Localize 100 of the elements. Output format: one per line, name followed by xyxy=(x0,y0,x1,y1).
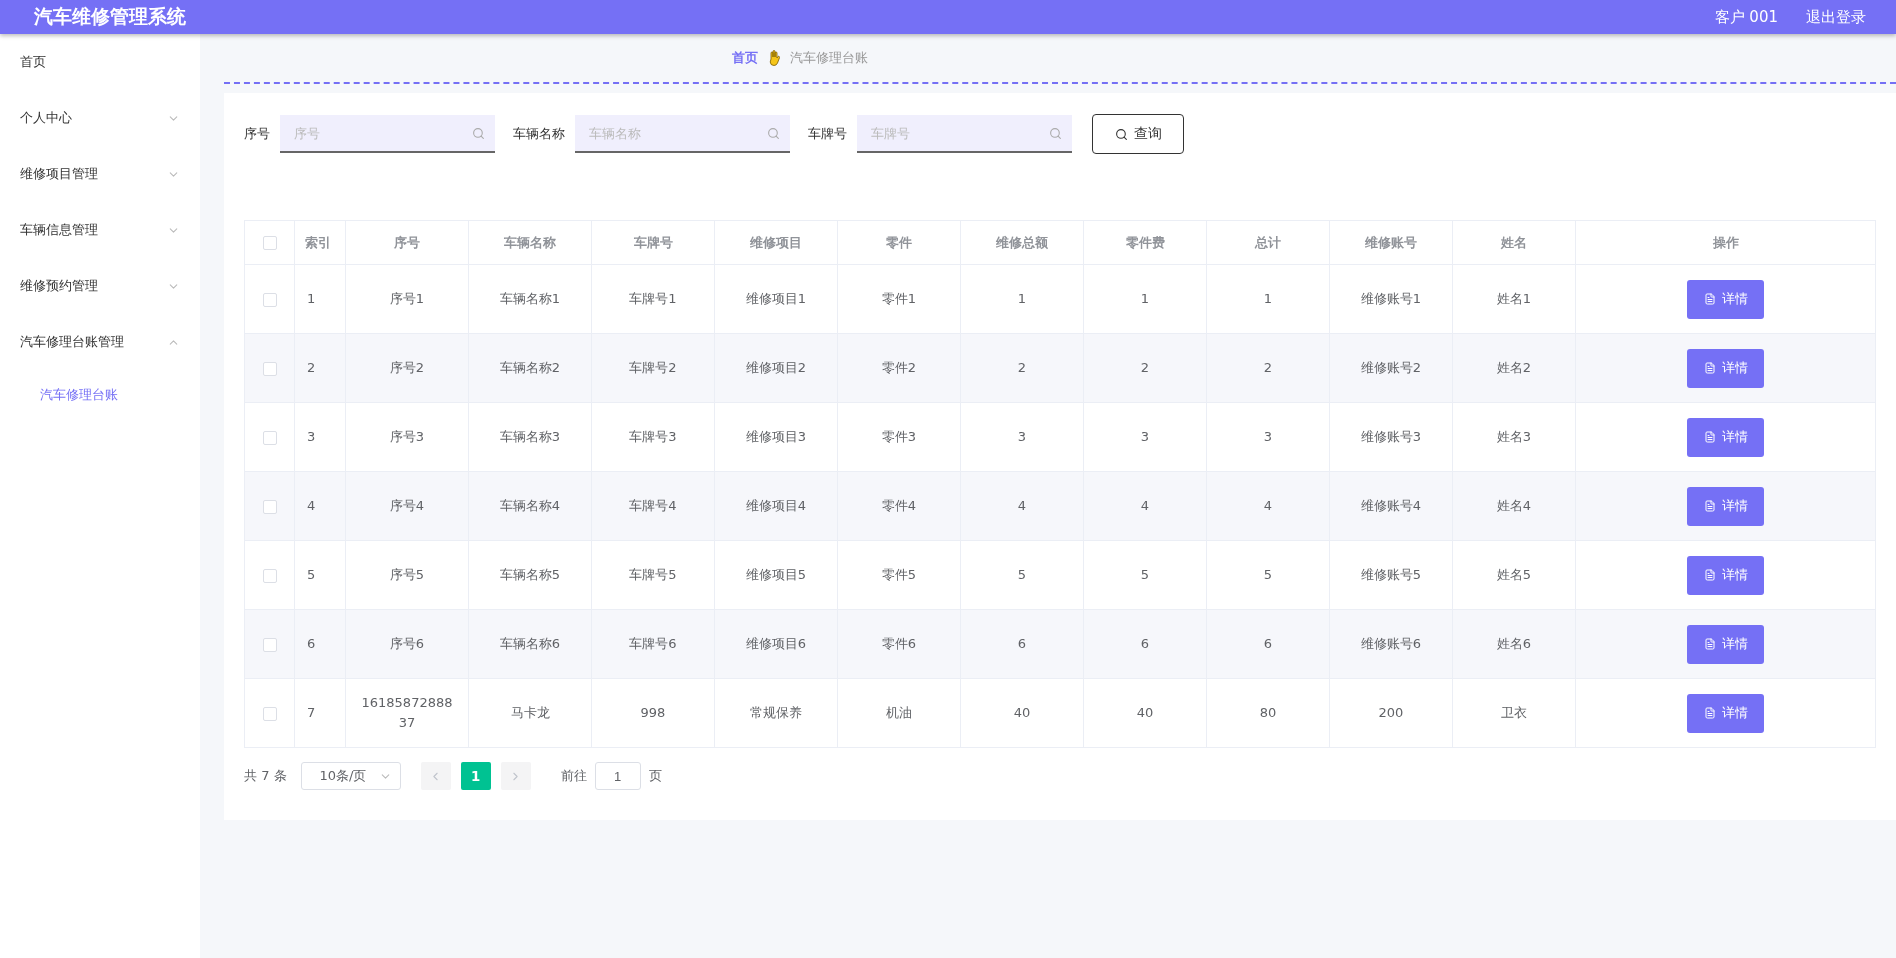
checkbox[interactable] xyxy=(262,361,277,376)
logout-link[interactable]: 退出登录 xyxy=(1806,7,1866,27)
hand-icon xyxy=(768,50,780,66)
sidebar-menu[interactable]: 汽车修理台账管理 xyxy=(0,314,200,370)
table-cell: 4 xyxy=(960,471,1084,541)
table-cell: 2 xyxy=(1206,333,1330,403)
table-cell: 车牌号6 xyxy=(591,609,715,679)
sidebar-item[interactable]: 首页 xyxy=(0,34,200,90)
column-header: 车牌号 xyxy=(591,220,715,265)
table-cell: 零件2 xyxy=(837,333,961,403)
table-cell: 4 xyxy=(1206,471,1330,541)
search-icon xyxy=(1114,127,1128,141)
page-input[interactable]: 1 xyxy=(594,762,641,790)
detail-button[interactable]: 详情 xyxy=(1687,279,1764,319)
table-cell: 维修项目3 xyxy=(714,402,838,472)
table-cell: 200 xyxy=(1329,678,1453,748)
table-cell: 序号3 xyxy=(345,402,469,472)
table-cell: 车辆名称6 xyxy=(468,609,592,679)
page-suffix: 页 xyxy=(648,767,662,785)
table-cell: 车辆名称1 xyxy=(468,264,592,334)
table-cell: 姓名2 xyxy=(1452,333,1576,403)
table-cell: 车辆名称3 xyxy=(468,402,592,472)
detail-button[interactable]: 详情 xyxy=(1687,555,1764,595)
checkbox[interactable] xyxy=(262,499,277,514)
table-cell: 零件1 xyxy=(837,264,961,334)
page-size-select[interactable]: 10条/页 xyxy=(300,762,401,790)
search-field[interactable]: 序号 xyxy=(280,115,495,153)
filter-label: 车牌号 xyxy=(808,125,847,143)
table-cell: 维修项目5 xyxy=(714,540,838,610)
column-header: 索引 xyxy=(294,220,346,265)
table-cell: 2 xyxy=(960,333,1084,403)
checkbox[interactable] xyxy=(262,236,277,251)
table-cell: 3 xyxy=(1083,402,1207,472)
column-header: 维修账号 xyxy=(1329,220,1453,265)
detail-button[interactable]: 详情 xyxy=(1687,486,1764,526)
goto-label: 前往 xyxy=(560,767,587,785)
search-icon xyxy=(1049,127,1062,140)
column-header: 总计 xyxy=(1206,220,1330,265)
table-cell: 4 xyxy=(1083,471,1207,541)
table-cell: 2 xyxy=(1083,333,1207,403)
table-cell: 车辆名称2 xyxy=(468,333,592,403)
table-cell: 维修项目4 xyxy=(714,471,838,541)
document-icon xyxy=(1703,569,1716,581)
table-cell: 维修账号6 xyxy=(1329,609,1453,679)
checkbox[interactable] xyxy=(262,637,277,652)
table-cell: 7 xyxy=(294,678,346,748)
checkbox[interactable] xyxy=(262,568,277,583)
table-cell: 常规保养 xyxy=(714,678,838,748)
column-header: 车辆名称 xyxy=(468,220,592,265)
table-cell: 维修账号4 xyxy=(1329,471,1453,541)
document-icon xyxy=(1703,707,1716,719)
table-cell: 维修项目1 xyxy=(714,264,838,334)
table-cell: 40 xyxy=(960,678,1084,748)
search-field[interactable]: 车牌号 xyxy=(857,115,1072,153)
table-cell: 5 xyxy=(960,540,1084,610)
table-cell: 6 xyxy=(960,609,1084,679)
prev-page-button[interactable] xyxy=(420,762,451,790)
table-cell: 姓名6 xyxy=(1452,609,1576,679)
sidebar-menu[interactable]: 个人中心 xyxy=(0,90,200,146)
table-cell: 1618587288837 xyxy=(345,678,469,748)
column-header: 零件费 xyxy=(1083,220,1207,265)
table-cell: 姓名1 xyxy=(1452,264,1576,334)
table-cell: 序号2 xyxy=(345,333,469,403)
table-cell: 车牌号1 xyxy=(591,264,715,334)
detail-button[interactable]: 详情 xyxy=(1687,348,1764,388)
checkbox[interactable] xyxy=(262,292,277,307)
table-cell: 维修项目6 xyxy=(714,609,838,679)
table-cell: 姓名3 xyxy=(1452,402,1576,472)
search-field[interactable]: 车辆名称 xyxy=(575,115,790,153)
search-button[interactable]: 查询 xyxy=(1092,114,1184,154)
sidebar-subitem[interactable]: 汽车修理台账 xyxy=(0,370,200,420)
next-page-button[interactable] xyxy=(500,762,531,790)
table-cell: 车辆名称5 xyxy=(468,540,592,610)
search-icon xyxy=(472,127,485,140)
detail-button[interactable]: 详情 xyxy=(1687,417,1764,457)
breadcrumb-item[interactable]: 首页 xyxy=(732,49,758,67)
table-cell: 1 xyxy=(294,264,346,334)
table-cell: 5 xyxy=(1083,540,1207,610)
document-icon xyxy=(1703,638,1716,650)
detail-button[interactable]: 详情 xyxy=(1687,624,1764,664)
sidebar-menu[interactable]: 维修预约管理 xyxy=(0,258,200,314)
column-header: 零件 xyxy=(837,220,961,265)
table-cell: 零件5 xyxy=(837,540,961,610)
document-icon xyxy=(1703,500,1716,512)
table-cell: 序号5 xyxy=(345,540,469,610)
table-cell: 3 xyxy=(294,402,346,472)
detail-button[interactable]: 详情 xyxy=(1687,693,1764,733)
sidebar-menu[interactable]: 车辆信息管理 xyxy=(0,202,200,258)
checkbox[interactable] xyxy=(262,430,277,445)
user-name: 客户 001 xyxy=(1714,7,1778,27)
table-cell: 车牌号3 xyxy=(591,402,715,472)
table-cell: 车牌号2 xyxy=(591,333,715,403)
checkbox[interactable] xyxy=(262,706,277,721)
table-cell: 6 xyxy=(1083,609,1207,679)
table-cell: 零件3 xyxy=(837,402,961,472)
document-icon xyxy=(1703,362,1716,374)
sidebar-menu[interactable]: 维修项目管理 xyxy=(0,146,200,202)
table-cell: 维修账号3 xyxy=(1329,402,1453,472)
table-cell: 维修项目2 xyxy=(714,333,838,403)
page-button[interactable]: 1 xyxy=(460,762,491,790)
